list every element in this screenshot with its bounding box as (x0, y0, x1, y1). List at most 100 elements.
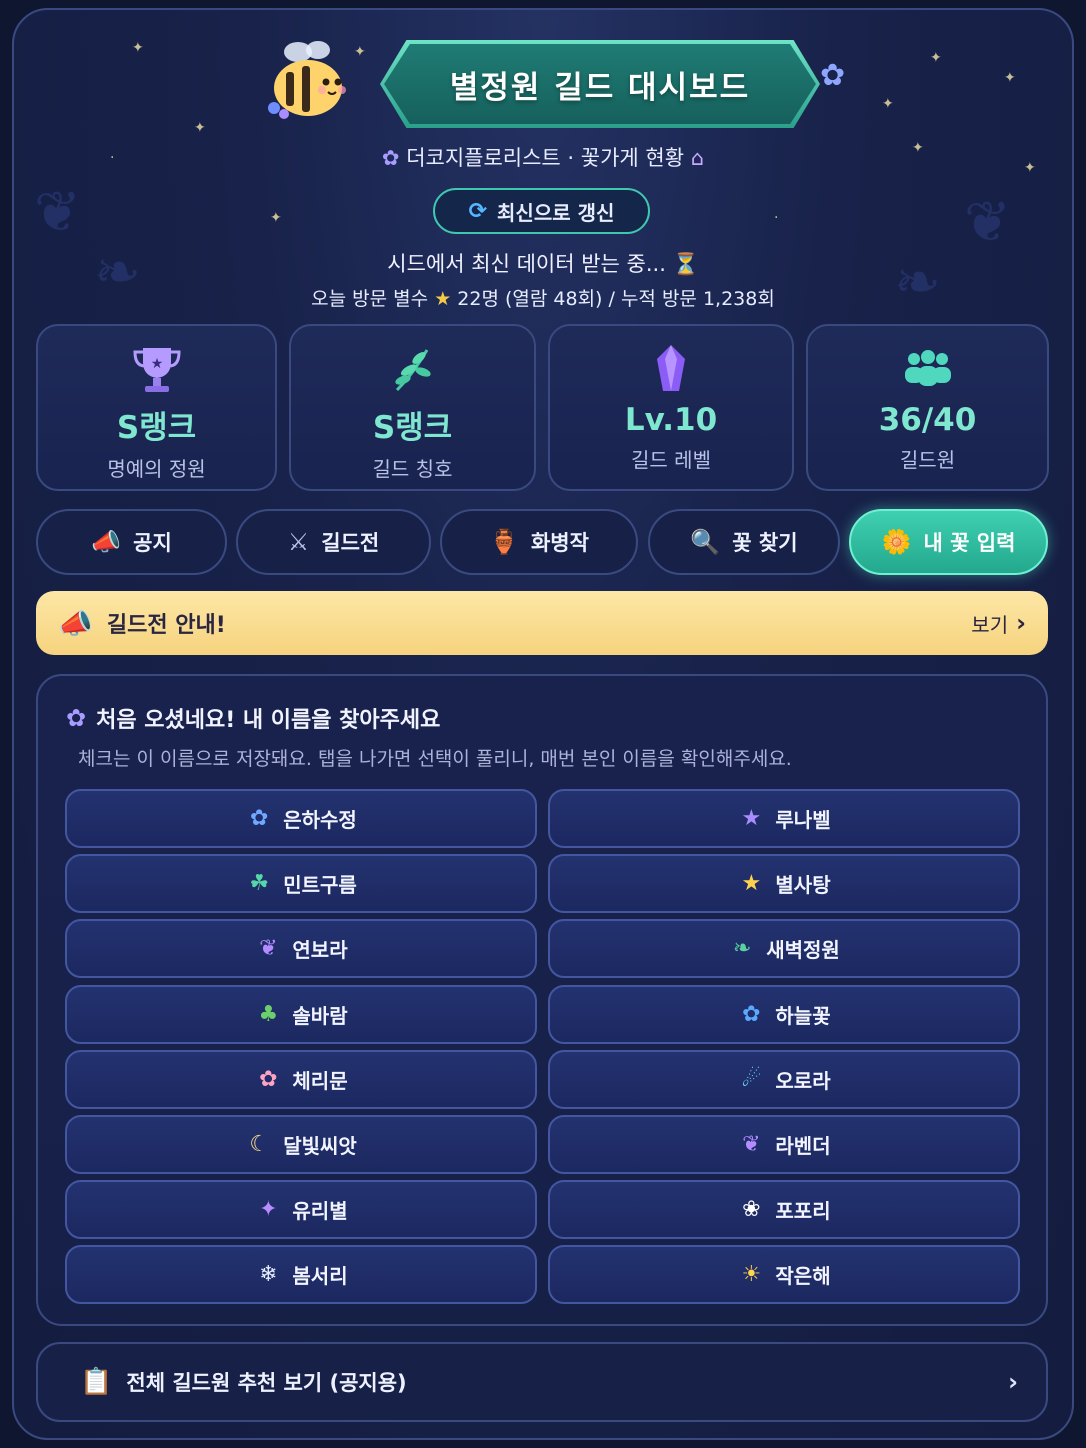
visit-stats-text: 22명 (열람 48회) / 누적 방문 1,238회 (457, 288, 775, 310)
panel-title-text: 처음 오셨네요! 내 이름을 찾아주세요 (96, 708, 441, 733)
cherry-blossom-icon: ✿ (259, 1067, 278, 1092)
tab-label: 화병작 (530, 531, 589, 555)
refresh-icon: ⟳ (468, 198, 488, 224)
refresh-button[interactable]: ⟳ 최신으로 갱신 (433, 188, 650, 234)
name-option-button[interactable]: ☄ 오로라 (548, 1050, 1020, 1109)
tab-guild-war[interactable]: ⚔ 길드전 (236, 509, 431, 575)
name-option-button[interactable]: ❧ 새벽정원 (548, 919, 1020, 978)
flower-icon: ✿ (66, 704, 87, 732)
stat-card-members: 36/40 길드원 (806, 324, 1049, 491)
purple-star-icon: ★ (741, 806, 762, 831)
stat-value: Lv.10 (624, 402, 718, 438)
sprout-icon: ♣ (258, 1002, 279, 1027)
name-option-label: 별사탕 (775, 873, 831, 897)
sky-flower-icon: ✿ (742, 1002, 761, 1027)
name-option-button[interactable]: ❄ 봄서리 (65, 1245, 537, 1304)
lavender-icon: ❦ (259, 936, 278, 961)
name-option-label: 달빛씨앗 (283, 1134, 357, 1158)
panel-description: 체크는 이 이름으로 저장돼요. 탭을 나가면 선택이 풀리니, 매번 본인 이… (78, 748, 792, 770)
subtitle: ✿ 더코지플로리스트 · 꽃가게 현황 ⌂ (0, 142, 1086, 172)
star-icon: ★ (434, 288, 452, 310)
members-icon (904, 350, 951, 386)
crystal-icon (657, 345, 685, 391)
chevron-right-icon: › (1016, 609, 1026, 637)
name-option-button[interactable]: ❀ 포포리 (548, 1180, 1020, 1239)
trophy-icon: ★ (132, 348, 181, 392)
stat-label: 길드 칭호 (372, 457, 453, 481)
lavender-sprig-icon: ❦ (742, 1132, 761, 1157)
subtitle-text: 더코지플로리스트 · 꽃가게 현황 (406, 146, 685, 170)
name-option-button[interactable]: ★ 루나벨 (548, 789, 1020, 848)
visit-prefix: 오늘 방문 별수 (311, 288, 429, 310)
flower-decoration-icon: ✿ (820, 58, 846, 93)
name-option-label: 포포리 (775, 1199, 831, 1223)
stat-value: S랭크 (116, 410, 197, 446)
name-option-button[interactable]: ✿ 하늘꽃 (548, 985, 1020, 1044)
stat-card-honor: ★ S랭크 명예의 정원 (36, 324, 277, 491)
notice-banner[interactable]: 📣 길드전 안내! 보기 › (36, 591, 1048, 655)
name-option-label: 봄서리 (292, 1264, 348, 1288)
stat-label: 길드 레벨 (631, 448, 711, 472)
megaphone-icon: 📣 (58, 606, 93, 640)
loading-status: 시드에서 최신 데이터 받는 중... ⏳ (387, 252, 699, 276)
name-option-button[interactable]: ★ 별사탕 (548, 854, 1020, 913)
name-option-button[interactable]: ☾ 달빛씨앗 (65, 1115, 537, 1174)
yellow-star-icon: ★ (741, 871, 762, 896)
comet-icon: ☄ (741, 1067, 762, 1092)
name-option-label: 민트구름 (283, 873, 357, 897)
name-option-button[interactable]: ❦ 라벤더 (548, 1115, 1020, 1174)
leaf-decoration-left: ❦ (34, 180, 81, 245)
blue-flower-icon: ✿ (249, 806, 269, 831)
stat-card-title: S랭크 길드 칭호 (289, 324, 536, 491)
tab-find-flower[interactable]: 🔍 꽃 찾기 (648, 509, 840, 575)
crossed-swords-icon: ⚔ (287, 528, 310, 556)
notice-view-link[interactable]: 보기 (971, 609, 1008, 638)
tab-label: 꽃 찾기 (732, 531, 798, 555)
all-members-recommend-button[interactable]: 📋 전체 길드원 추천 보기 (공지용) › (36, 1342, 1048, 1422)
name-option-button[interactable]: ♣ 솔바람 (65, 985, 537, 1044)
name-option-button[interactable]: ☀ 작은해 (548, 1245, 1020, 1304)
refresh-label: 최신으로 갱신 (497, 200, 615, 225)
sparkle-crystal-icon: ✦ (259, 1197, 278, 1222)
name-option-label: 작은해 (775, 1264, 831, 1288)
name-option-button[interactable]: ❦ 연보라 (65, 919, 537, 978)
stat-value: S랭크 (372, 410, 453, 446)
name-option-label: 새벽정원 (766, 938, 840, 962)
stat-value: 36/40 (878, 402, 977, 438)
name-option-label: 하늘꽃 (775, 1004, 831, 1028)
snowflake-icon: ❄ (259, 1262, 278, 1287)
svg-text:★: ★ (150, 356, 163, 372)
magnifier-icon: 🔍 (690, 528, 721, 556)
flower-icon: ✿ (381, 146, 400, 170)
tab-my-flower-input[interactable]: 🌼 내 꽃 입력 (849, 509, 1048, 575)
clipboard-icon: 📋 (80, 1367, 113, 1397)
tab-vase[interactable]: 🏺 화병작 (440, 509, 638, 575)
crescent-moon-icon: ☾ (249, 1132, 270, 1157)
tab-notice[interactable]: 📣 공지 (36, 509, 227, 575)
tab-label: 내 꽃 입력 (923, 531, 1016, 555)
footer-label: 전체 길드원 추천 보기 (공지용) (126, 1371, 407, 1395)
name-option-button[interactable]: ☘ 민트구름 (65, 854, 537, 913)
name-option-button[interactable]: ✿ 은하수정 (65, 789, 537, 848)
leaf-decoration-right: ❦ (964, 190, 1011, 255)
tab-label: 공지 (133, 531, 172, 555)
stat-card-level: Lv.10 길드 레벨 (548, 324, 794, 491)
name-option-button[interactable]: ✦ 유리별 (65, 1180, 537, 1239)
name-option-label: 연보라 (292, 938, 348, 962)
name-option-label: 체리문 (292, 1069, 348, 1093)
name-option-label: 루나벨 (775, 808, 831, 832)
name-option-label: 솔바람 (292, 1004, 348, 1028)
name-option-label: 오로라 (775, 1069, 831, 1093)
name-option-label: 라벤더 (775, 1134, 831, 1158)
clover-icon: ☘ (249, 871, 270, 896)
bee-mascot-icon (268, 41, 346, 119)
leaf-icon: ❧ (732, 936, 752, 961)
name-option-label: 유리별 (292, 1199, 348, 1223)
name-option-label: 은하수정 (283, 808, 357, 832)
name-option-button[interactable]: ✿ 체리문 (65, 1050, 537, 1109)
tab-label: 길드전 (321, 531, 380, 555)
vase-icon: 🏺 (489, 528, 519, 556)
visit-stats: 오늘 방문 별수 ★ 22명 (열람 48회) / 누적 방문 1,238회 (0, 284, 1086, 311)
white-flower-icon: ❀ (742, 1197, 761, 1222)
page-title: 별정원 길드 대시보드 (449, 69, 751, 106)
